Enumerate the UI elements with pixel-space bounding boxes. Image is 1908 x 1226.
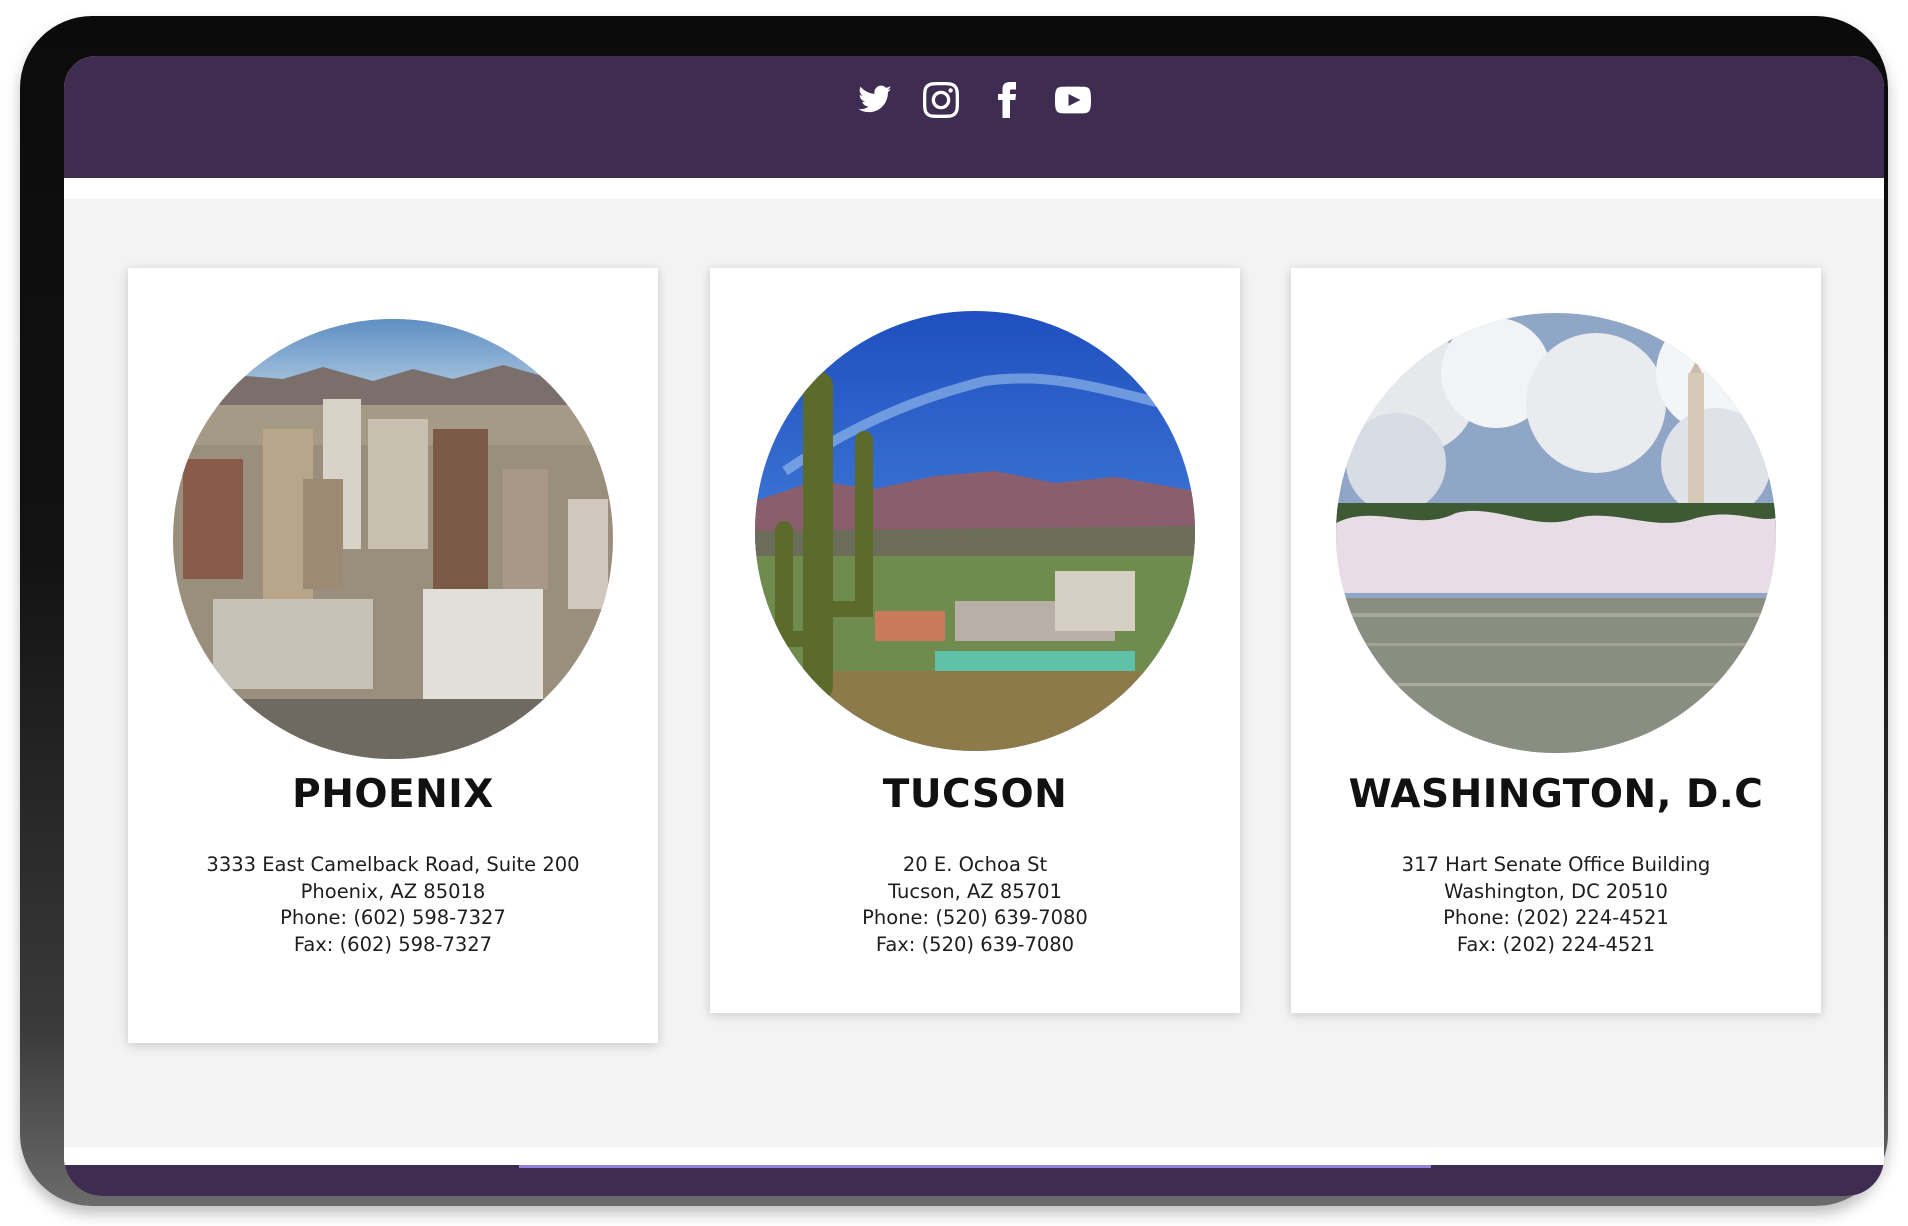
offices-section: PHOENIX 3333 East Camelback Road, Suite … [64, 199, 1884, 1147]
phoenix-skyline-photo [173, 319, 613, 759]
tucson-saguaro-photo [755, 311, 1195, 751]
instagram-icon[interactable] [923, 82, 959, 118]
office-address: 317 Hart Senate Office Building Washingt… [1291, 852, 1821, 958]
footer-accent-line [519, 1165, 1431, 1168]
fax-number: Fax: (520) 639-7080 [875, 932, 1075, 956]
office-card-phoenix: PHOENIX 3333 East Camelback Road, Suite … [128, 268, 658, 1043]
address-line-1: 20 E. Ochoa St [902, 853, 1048, 876]
fax-number: Fax: (602) 598-7327 [293, 932, 493, 956]
address-line-1: 3333 East Camelback Road, Suite 200 [206, 853, 580, 876]
phone-number: Phone: (520) 639-7080 [862, 906, 1088, 929]
city-name: PHOENIX [292, 772, 494, 817]
office-address: 20 E. Ochoa St Tucson, AZ 85701 Phone: (… [710, 852, 1240, 958]
screen: PHOENIX 3333 East Camelback Road, Suite … [64, 56, 1884, 1196]
site-header [64, 56, 1884, 178]
social-links [857, 82, 1091, 118]
washington-monument-photo [1336, 313, 1776, 753]
office-card-tucson: TUCSON 20 E. Ochoa St Tucson, AZ 85701 P… [710, 268, 1240, 1013]
address-line-2: Washington, DC 20510 [1444, 879, 1668, 903]
phone-number: Phone: (602) 598-7327 [280, 906, 506, 929]
address-line-2: Tucson, AZ 85701 [888, 879, 1062, 903]
office-address: 3333 East Camelback Road, Suite 200 Phoe… [128, 852, 658, 958]
city-name: WASHINGTON, D.C [1348, 772, 1764, 817]
twitter-icon[interactable] [857, 82, 893, 118]
site-footer [64, 1165, 1884, 1196]
phone-number: Phone: (202) 224-4521 [1443, 906, 1669, 929]
fax-number: Fax: (202) 224-4521 [1456, 932, 1656, 956]
city-name: TUCSON [882, 772, 1068, 817]
office-card-washington: WASHINGTON, D.C 317 Hart Senate Office B… [1291, 268, 1821, 1013]
facebook-icon[interactable] [989, 82, 1025, 118]
device-frame: PHOENIX 3333 East Camelback Road, Suite … [20, 16, 1888, 1206]
address-line-1: 317 Hart Senate Office Building [1401, 853, 1711, 876]
address-line-2: Phoenix, AZ 85018 [300, 879, 486, 903]
youtube-icon[interactable] [1055, 82, 1091, 118]
